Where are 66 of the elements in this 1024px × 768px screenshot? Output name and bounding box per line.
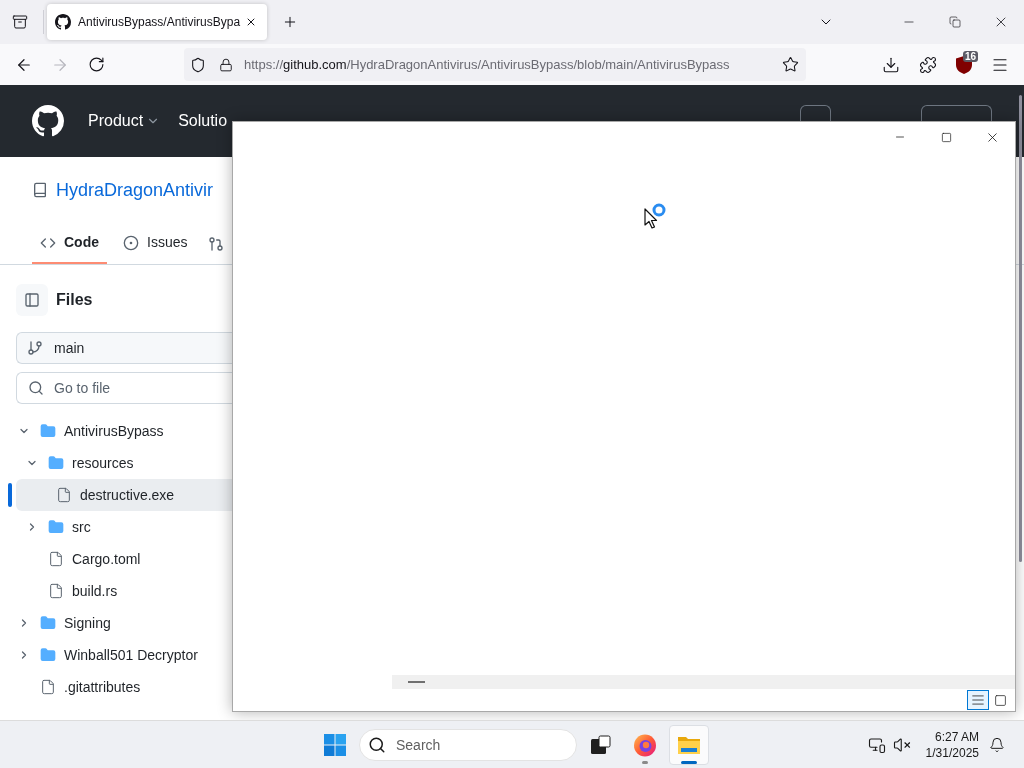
task-view-icon xyxy=(589,732,613,757)
repo-tab[interactable]: Code xyxy=(32,223,107,264)
tree-item[interactable]: .gitattributes xyxy=(16,671,232,703)
puzzle-icon xyxy=(919,55,937,74)
address-field[interactable]: https://github.com/HydraDragonAntivirus/AntivirusBypass/blob/main/AntivirusBypass xyxy=(184,48,806,81)
search-icon xyxy=(368,735,386,754)
restore-icon xyxy=(949,16,961,28)
browser-tab[interactable]: AntivirusBypass/AntivirusBypa xyxy=(47,4,267,40)
branch-icon xyxy=(27,340,43,356)
branch-select[interactable]: main xyxy=(16,332,232,364)
repo-icon xyxy=(32,182,48,198)
clock-button[interactable]: 6:27 AM 1/31/2025 xyxy=(925,728,979,761)
folder-icon xyxy=(40,615,56,631)
folder-icon xyxy=(48,519,64,535)
bell-icon[interactable] xyxy=(989,736,1005,753)
list-view-icon xyxy=(971,693,985,707)
folder-icon xyxy=(40,423,56,439)
reload-icon xyxy=(87,56,105,73)
file-icon xyxy=(48,583,64,599)
four-squares-icon xyxy=(323,732,347,757)
search-icon xyxy=(28,380,44,396)
cat-logo-icon xyxy=(55,14,71,30)
monitor-icon[interactable] xyxy=(867,735,886,754)
scrollbar-thumb[interactable] xyxy=(408,681,425,683)
browser-app-icon xyxy=(633,732,657,757)
maximize-icon xyxy=(940,131,952,143)
tree-item[interactable]: src xyxy=(16,511,232,543)
repo-tab[interactable]: Issues xyxy=(115,223,196,264)
circle-dot-icon xyxy=(123,234,139,251)
tree-item[interactable]: Cargo.toml xyxy=(16,543,232,575)
star-icon xyxy=(781,56,799,73)
repo-name-link[interactable]: HydraDragonAntivir xyxy=(56,176,214,204)
file-icon xyxy=(40,679,56,695)
tree-item[interactable]: Signing xyxy=(16,607,232,639)
cat-logo-icon[interactable] xyxy=(32,105,64,137)
file-search-field[interactable]: Go to file xyxy=(16,372,232,404)
close-icon xyxy=(245,16,257,28)
nav-menu-item[interactable]: Solutio xyxy=(178,109,228,133)
download-icon xyxy=(882,55,900,74)
lock-icon[interactable] xyxy=(219,57,233,72)
archive-box-icon xyxy=(12,14,28,30)
tile-view-icon xyxy=(993,693,1007,707)
nav-menu-item[interactable]: Product xyxy=(88,109,161,133)
view-toggle-button[interactable] xyxy=(967,690,989,710)
speaker-muted-icon[interactable] xyxy=(892,735,911,754)
folder-icon xyxy=(40,647,56,663)
shield-icon[interactable] xyxy=(190,56,206,73)
page-scrollbar[interactable] xyxy=(1019,95,1022,562)
files-heading: Files xyxy=(56,290,93,310)
url-text: https://github.com/HydraDragonAntivirus/AntivirusBypass/blob/main/AntivirusBypass xyxy=(244,55,730,74)
extension-button[interactable]: 16 xyxy=(948,48,980,81)
tree-item[interactable]: Winball501 Decryptor xyxy=(16,639,232,671)
taskbar-search-field[interactable]: Search xyxy=(359,728,577,761)
tree-item[interactable]: AntivirusBypass xyxy=(16,415,232,447)
file-icon xyxy=(56,487,72,503)
file-icon xyxy=(48,551,64,567)
pull-request-icon[interactable] xyxy=(208,235,225,252)
panel-icon xyxy=(24,292,40,308)
selection-indicator xyxy=(8,483,12,507)
tree-item[interactable]: destructive.exe xyxy=(16,479,232,511)
extension-badge: 16 xyxy=(962,50,978,62)
tree-item[interactable]: resources xyxy=(16,447,232,479)
plus-icon xyxy=(282,14,298,30)
tree-item[interactable]: build.rs xyxy=(16,575,232,607)
sidebar-toggle-button[interactable] xyxy=(16,284,48,316)
folder-icon xyxy=(48,455,64,471)
